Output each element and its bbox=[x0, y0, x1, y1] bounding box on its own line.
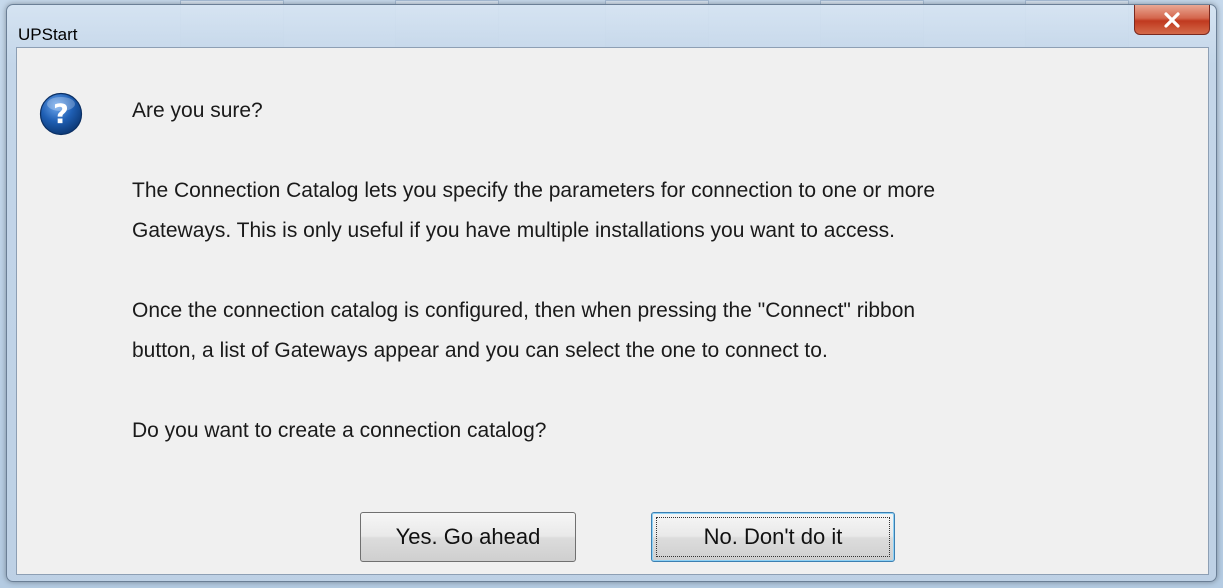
message-dialog: UPStart ? Are you sure? The Connection C bbox=[6, 4, 1217, 582]
dialog-body: ? Are you sure? The Connection Catalog l… bbox=[16, 47, 1209, 575]
yes-button[interactable]: Yes. Go ahead bbox=[360, 512, 576, 562]
message-text: Are you sure? The Connection Catalog let… bbox=[132, 91, 1192, 451]
paragraph-1-line-2: Gateways. This is only useful if you hav… bbox=[132, 219, 895, 242]
window-title: UPStart bbox=[18, 25, 78, 44]
dialog-question: Do you want to create a connection catal… bbox=[132, 419, 547, 442]
close-icon bbox=[1164, 11, 1180, 28]
paragraph-1-line-1: The Connection Catalog lets you specify … bbox=[132, 179, 936, 202]
close-button[interactable] bbox=[1134, 5, 1210, 35]
no-button-label: No. Don't do it bbox=[703, 524, 843, 549]
no-button[interactable]: No. Don't do it bbox=[651, 512, 895, 562]
title-bar[interactable]: UPStart bbox=[7, 5, 1216, 47]
svg-text:?: ? bbox=[53, 99, 69, 130]
paragraph-2-line-2: button, a list of Gateways appear and yo… bbox=[132, 339, 828, 362]
dialog-heading: Are you sure? bbox=[132, 99, 263, 122]
question-icon: ? bbox=[39, 92, 83, 136]
paragraph-2-line-1: Once the connection catalog is configure… bbox=[132, 299, 916, 322]
